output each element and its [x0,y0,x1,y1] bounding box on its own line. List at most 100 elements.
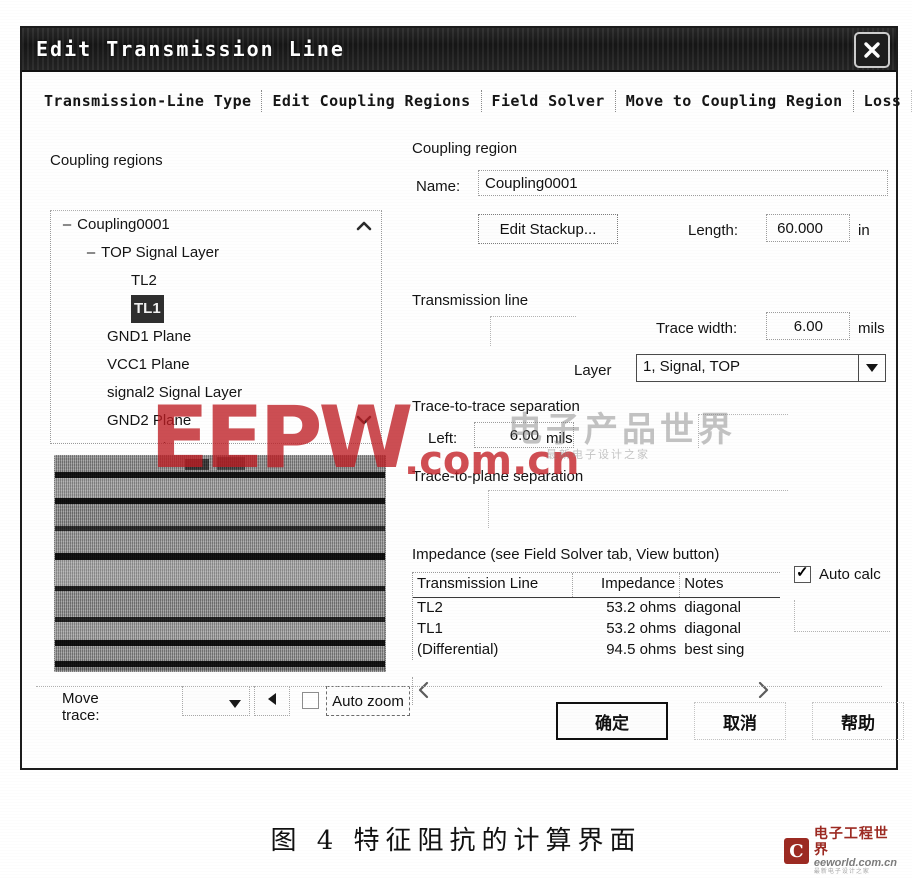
tree-item-label: signal2 Signal Layer [107,384,243,401]
trace-to-trace-left-unit: mils [546,430,573,447]
trace-to-trace-separation-group-label: Trace-to-trace separation [412,398,580,415]
cell-impedance: 94.5 ohms [606,641,677,658]
impedance-table-header: Transmission Line Impedance Notes [413,573,780,598]
tree-item-label: Coupling0001 [77,216,170,233]
tree-item-tl2[interactable]: TL2 [51,267,381,295]
edit-stackup-button[interactable]: Edit Stackup... [478,214,618,244]
triangle-down-icon [228,696,242,714]
tree-item-top-signal-layer[interactable]: – TOP Signal Layer [51,239,381,267]
cell-notes: diagonal [684,599,741,616]
chevron-left-icon[interactable] [417,681,431,704]
tree-item-tl1[interactable]: TL1 [51,295,381,323]
cell-impedance: 53.2 ohms [606,599,677,616]
layer-dropdown-value: 1, Signal, TOP [643,358,741,375]
auto-calc-label: Auto calc [819,566,881,583]
cell-transmission-line: (Differential) [417,641,499,658]
edit-transmission-line-dialog: Edit Transmission Line Transmission-Line… [20,26,912,770]
footer-separator [36,686,882,687]
tree-expander-icon[interactable]: – [61,211,73,239]
tab-edit-coupling-regions[interactable]: Edit Coupling Regions [262,90,482,112]
trace-to-plane-separation-group-label: Trace-to-plane separation [412,468,584,485]
transmission-line-placeholder-box [490,316,576,346]
move-trace-combo[interactable] [182,686,250,716]
tree-expander-icon[interactable]: – [85,239,97,267]
auto-calc-checkbox[interactable]: ✓ Auto calc [794,564,881,583]
chevron-down-icon[interactable] [858,355,885,381]
tree-item-label: TL2 [131,272,157,289]
tree-item-gnd2-plane[interactable]: GND2 Plane [51,407,381,435]
badge-line1: 电子工程世界 [813,825,889,857]
move-trace-left-button[interactable] [254,686,290,716]
layer-dropdown[interactable]: 1, Signal, TOP [636,354,886,382]
cell-transmission-line: TL2 [417,599,443,616]
ok-button[interactable]: 确定 [556,702,668,740]
tree-item-signal2-signal-layer[interactable]: signal2 Signal Layer [51,379,381,407]
chevron-right-icon[interactable] [756,681,770,704]
tab-move-to-coupling-region[interactable]: Move to Coupling Region [616,90,854,112]
tab-field-solver[interactable]: Field Solver [482,90,616,112]
eeworld-logo-icon: C [784,838,809,864]
coupling-regions-group-label: Coupling regions [50,152,163,169]
badge-line2: eeworld.com.cn [813,857,898,870]
name-input[interactable]: Coupling0001 [478,170,888,196]
tree-item-label: TL1 [131,295,164,323]
auto-zoom-checkbox[interactable] [302,692,319,709]
tree-item-label: GND1 Plane [107,328,192,345]
trace-to-plane-placeholder-box [488,490,788,528]
trace-to-trace-left-label: Left: [428,430,458,447]
impedance-table[interactable]: Transmission Line Impedance Notes TL2 53… [412,572,780,660]
tab-transmission-line-type[interactable]: Transmission-Line Type [34,90,263,112]
table-row[interactable]: TL2 53.2 ohms diagonal [413,598,780,619]
checkbox-box[interactable]: ✓ [794,564,811,583]
move-trace-label: Move trace: [62,690,100,724]
tree-item-label: TOP Signal Layer [101,244,220,261]
transmission-line-group-label: Transmission line [412,292,529,309]
impedance-horizontal-scrollbar[interactable] [412,677,780,705]
coupling-region-group-label: Coupling region [412,140,518,157]
length-input[interactable]: 60.000 [766,214,850,242]
impedance-col-impedance: Impedance [573,573,681,597]
tree-item-gnd3-plane[interactable]: GND3 Plane [51,435,381,443]
cell-transmission-line: TL1 [417,620,443,637]
cell-impedance: 53.2 ohms [606,620,677,637]
trace-width-unit: mils [858,320,885,337]
chevron-down-icon[interactable] [355,413,373,427]
triangle-left-icon [267,692,277,711]
scan-noise-overlay [55,456,385,671]
table-row[interactable]: TL1 53.2 ohms diagonal [413,619,780,640]
coupling-regions-tree[interactable]: – Coupling0001 – TOP Signal Layer TL2 TL… [50,210,382,444]
tree-item-gnd1-plane[interactable]: GND1 Plane [51,323,381,351]
window-title: Edit Transmission Line [36,37,345,61]
auto-calc-placeholder-box [794,600,890,632]
length-label: Length: [688,222,739,239]
tree-item-vcc1-plane[interactable]: VCC1 Plane [51,351,381,379]
figure-caption: 图 4 特征阻抗的计算界面 [270,826,642,856]
tab-loss[interactable]: Loss [854,90,912,112]
impedance-col-transmission-line: Transmission Line [413,573,573,597]
layer-label: Layer [574,362,612,379]
tree-item-coupling0001[interactable]: – Coupling0001 [51,211,381,239]
trace-width-label: Trace width: [656,320,738,337]
impedance-group-label: Impedance (see Field Solver tab, View bu… [412,546,720,563]
length-unit: in [858,222,870,239]
badge-line3: 最新电子设计之家 [813,869,870,876]
auto-zoom-button[interactable]: Auto zoom [326,686,410,716]
eeworld-badge: C 电子工程世界 eeworld.com.cn 最新电子设计之家 [784,826,900,875]
help-button[interactable]: 帮助 [812,702,904,740]
tab-strip: Transmission-Line Type Edit Coupling Reg… [34,84,912,112]
trace-to-trace-right-placeholder-box [698,414,788,448]
tree-item-label: GND2 Plane [107,412,192,429]
cancel-button[interactable]: 取消 [694,702,786,740]
tree-item-label: GND3 Plane [107,435,191,443]
stackup-cross-section-preview[interactable] [54,455,386,672]
check-icon: ✓ [796,564,809,581]
title-bar: Edit Transmission Line [22,28,896,72]
cell-notes: diagonal [684,620,741,637]
chevron-up-icon[interactable] [355,219,373,233]
close-icon[interactable] [854,32,890,68]
trace-width-input[interactable]: 6.00 [766,312,850,340]
cell-notes: best sing [684,641,745,658]
impedance-col-notes: Notes [684,575,724,592]
table-row[interactable]: (Differential) 94.5 ohms best sing [413,640,780,661]
tree-item-label: VCC1 Plane [107,356,190,373]
